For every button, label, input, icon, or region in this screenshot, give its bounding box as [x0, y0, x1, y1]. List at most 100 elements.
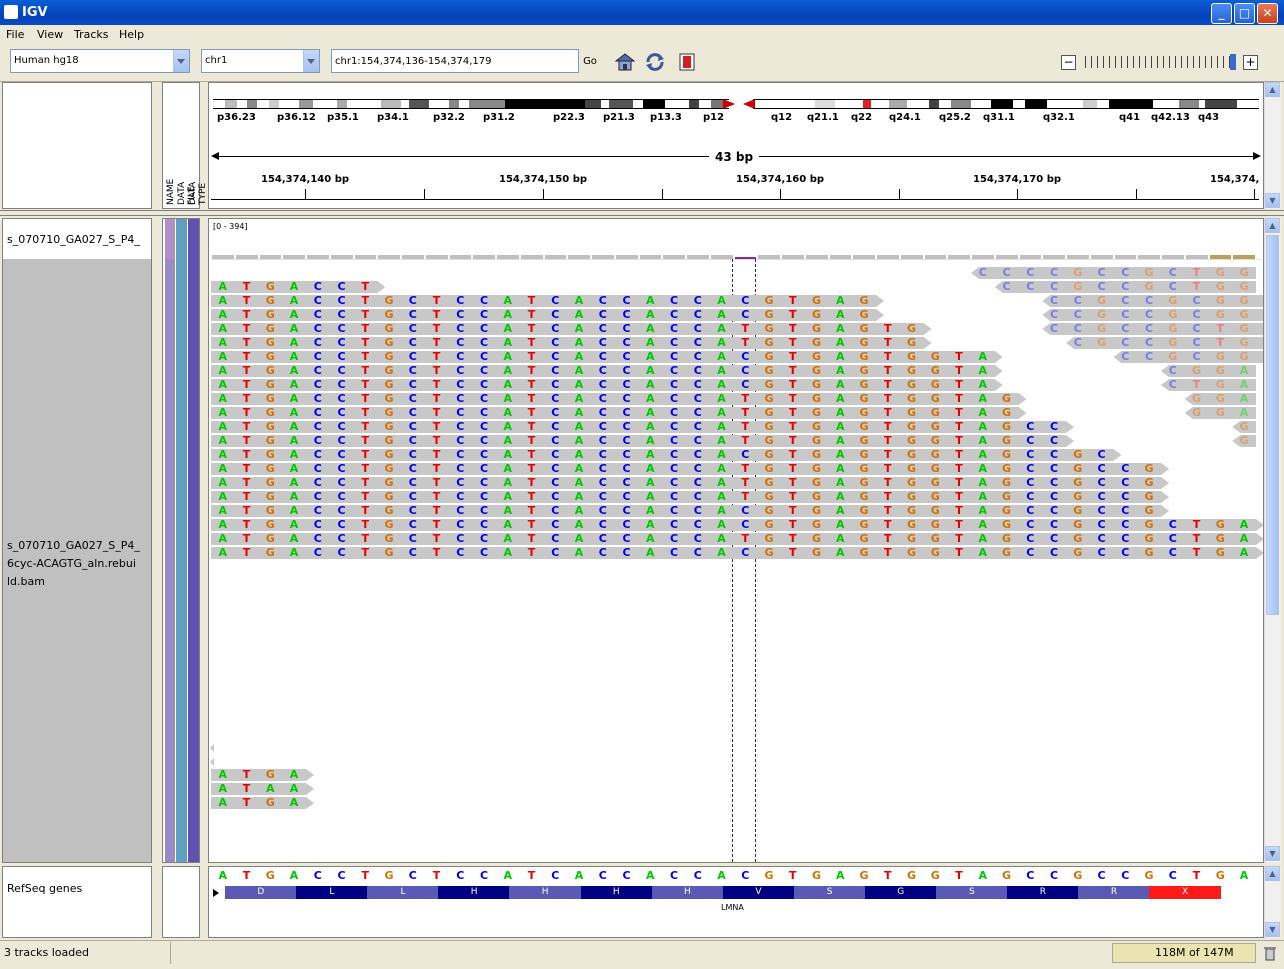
read-base: C — [480, 546, 489, 559]
read-base: C — [337, 420, 346, 433]
data-scrollbar[interactable]: ▲ ▼ — [1264, 218, 1281, 863]
aligned-read[interactable]: ATGACCT — [211, 280, 389, 293]
refseq-track-name[interactable]: RefSeq genes — [7, 882, 82, 895]
menu-tracks[interactable]: Tracks — [74, 28, 109, 41]
scroll-down-icon[interactable]: ▼ — [1265, 193, 1280, 208]
read-base: T — [955, 448, 963, 461]
read-base: C — [313, 546, 322, 559]
aligned-read[interactable]: GG A — [1184, 406, 1263, 419]
aligned-read[interactable]: CCGCGGA — [1113, 350, 1263, 363]
aligned-read[interactable]: CGCCGCTGG — [1066, 336, 1263, 349]
feature-data-panel[interactable]: ATGACCTGCTCCATCACCACCACGTGAGTGGTAGCCGCCG… — [208, 866, 1264, 938]
scroll-up-icon[interactable]: ▲ — [1265, 866, 1280, 881]
coverage-track-name[interactable]: s_070710_GA027_S_P4_ — [7, 233, 151, 246]
aligned-read[interactable]: ATGACCTGCTCCATCACCACCATGTGAGTGGTAGCCGCCG — [211, 476, 1173, 489]
read-base: C — [1050, 420, 1059, 433]
scrollbar-thumb[interactable] — [1266, 235, 1279, 615]
chromosome-ideogram[interactable]: p36.23 p36.12 p35.1 p34.1 p32.2 p31.2 p22.3 p21… — [213, 99, 1259, 129]
minimize-button[interactable]: _ — [1211, 3, 1232, 24]
scroll-up-icon[interactable]: ▲ — [1265, 218, 1280, 233]
amino-acid: X — [1149, 886, 1221, 899]
reference-base: C — [598, 869, 607, 882]
go-button[interactable]: Go — [580, 49, 600, 73]
aligned-read[interactable]: ATGACCTGCTCCATCACCACCACGTGAGTGGTAGCCGC — [211, 448, 1126, 461]
zoom-out-button[interactable]: − — [1061, 55, 1076, 70]
zoom-slider-thumb[interactable] — [1230, 54, 1236, 70]
data-panel[interactable]: [0 - 394] CCCCGCCGCTGGCCCGCCGCTGGATGACCT… — [208, 218, 1264, 863]
read-base: C — [551, 448, 560, 461]
home-icon[interactable] — [614, 51, 636, 73]
aligned-read[interactable]: ATGACCTGCTCCATCACCACCACGTGAGTGGTA — [211, 378, 1007, 391]
position-ruler[interactable]: 154,374,140 bp 154,374,150 bp 154,374,160 … — [209, 171, 1261, 207]
alignment-track[interactable]: CCCCGCCGCTGGCCCGCCGCTGGATGACCTCCGCCGCGGG… — [211, 266, 1264, 567]
aligned-read[interactable]: ATGACCTGCTCCATCACCACCACGTGAG — [211, 308, 888, 321]
aligned-read[interactable]: ATGACCTGCTCCATCACCACCACGTGAGTGGTAGCCGCCG… — [211, 546, 1264, 559]
aligned-read[interactable]: CCGCCGCTGG — [1042, 322, 1263, 335]
attribute-datatype-header[interactable]: DATA TYPE — [188, 182, 208, 205]
read-base: C — [741, 364, 750, 377]
panel-divider[interactable] — [0, 210, 1284, 216]
feature-scrollbar[interactable]: ▲ ▼ — [1264, 866, 1281, 938]
genome-dropdown[interactable]: Human hg18 — [10, 49, 190, 73]
attribute-cell-name[interactable] — [165, 219, 175, 259]
aligned-read[interactable]: ATGACCTGCTCCATCACCACCACGTGAGTGGTAGCCGCCG — [211, 504, 1173, 517]
alignment-track-name[interactable]: s_070710_GA027_S_P4_ 6cyc-ACAGTG_aln.reb… — [7, 537, 140, 591]
gene-feature[interactable]: DLLHHHHVSGSRRX — [225, 886, 1261, 900]
aligned-read[interactable]: C GG A — [1161, 364, 1263, 377]
reference-sequence-track[interactable]: ATGACCTGCTCCATCACCACCACGTGAGTGGTAGCCGCCG… — [211, 869, 1263, 884]
read-base: A — [717, 490, 726, 503]
read-base: A — [717, 392, 726, 405]
aligned-read[interactable]: ATGACCTGCTCCATCACCACCATGTGAGTGGTAGCCGCCG — [211, 490, 1173, 503]
aligned-read[interactable]: ATGA — [211, 796, 318, 809]
aligned-read[interactable]: ATGACCTGCTCCATCACCACCATGTGAGTGGTAG — [211, 406, 1031, 419]
attribute-name-header[interactable]: NAME — [166, 179, 176, 205]
region-icon[interactable] — [676, 51, 698, 73]
locus-input[interactable] — [331, 49, 579, 73]
header-scrollbar[interactable]: ▲ ▼ — [1264, 82, 1281, 209]
aligned-read[interactable]: CTGA — [1161, 378, 1263, 391]
menu-help[interactable]: Help — [119, 28, 144, 41]
aligned-read[interactable]: G — [1232, 420, 1263, 433]
aligned-read[interactable]: ATGACCTGCTCCATCACCACCATGTGAGTGGTAGCCGCCG… — [211, 532, 1264, 545]
menu-view[interactable]: View — [37, 28, 63, 41]
aligned-read[interactable]: G — [1232, 434, 1263, 447]
attribute-cell-datatype[interactable] — [188, 219, 199, 862]
lower-reads[interactable]: ATGAATAAATGA — [211, 768, 411, 814]
scroll-down-icon[interactable]: ▼ — [1265, 846, 1280, 861]
chromosome-dropdown[interactable]: chr1 — [201, 49, 320, 73]
read-base: T — [527, 406, 536, 419]
scroll-up-icon[interactable]: ▲ — [1265, 82, 1280, 97]
aligned-read[interactable]: ATAA — [211, 782, 318, 795]
read-base: G — [812, 336, 822, 349]
trash-icon[interactable] — [1263, 945, 1277, 961]
aligned-read[interactable]: ATGACCTGCTCCATCACCACCATGTGAGTGGTAGCC — [211, 420, 1078, 433]
aligned-read[interactable]: ATGACCTGCTCCATCACCACCATGTGAGTGGTAG — [211, 392, 1031, 405]
read-base: A — [289, 378, 299, 391]
aligned-read[interactable]: ATGACCTGCTCCATCACCACCACGTGAG — [211, 294, 888, 307]
aligned-read[interactable]: ATGA — [211, 768, 318, 781]
aligned-read[interactable]: GG A — [1184, 392, 1263, 405]
zoom-slider[interactable] — [1085, 56, 1230, 68]
aligned-read[interactable]: ATGACCTGCTCCATCACCACCATGTGAGTG — [211, 336, 936, 349]
read-base: T — [361, 364, 370, 377]
aligned-read[interactable]: ATGACCTGCTCCATCACCACCATGTGAGTGGTAGCCGCCG — [211, 462, 1173, 475]
scroll-down-icon[interactable]: ▼ — [1265, 922, 1280, 937]
aligned-read[interactable]: CCCCGCCGCTGG — [971, 266, 1263, 279]
attribute-cell-name[interactable] — [165, 259, 175, 862]
aligned-read[interactable]: CCCGCCGCTGG — [994, 280, 1263, 293]
aligned-read[interactable]: ATGACCTGCTCCATCACCACCACGTGAGTGGTAGCCGCCG… — [211, 518, 1264, 531]
zoom-in-button[interactable]: + — [1243, 55, 1258, 70]
close-button[interactable]: ✕ — [1257, 3, 1278, 24]
aligned-read[interactable]: ATGACCTGCTCCATCACCACCACGTGAGTGGTA — [211, 350, 1007, 363]
amino-acid: S — [936, 886, 1008, 899]
aligned-read[interactable]: ATGACCTGCTCCATCACCACCACGTGAGTGGTA — [211, 364, 1007, 377]
menu-file[interactable]: File — [6, 28, 24, 41]
maximize-button[interactable]: □ — [1234, 3, 1255, 24]
refresh-icon[interactable] — [644, 51, 666, 73]
aligned-read[interactable]: ATGACCTGCTCCATCACCACCATGTGAGTGGTAGCC — [211, 434, 1078, 447]
attribute-cell-datafile[interactable] — [176, 219, 187, 862]
aligned-read[interactable]: CCGCCGCGGG — [1042, 308, 1263, 321]
aligned-read[interactable]: ATGACCTGCTCCATCACCACCATGTGAGTG — [211, 322, 936, 335]
amino-acid: S — [793, 886, 866, 899]
aligned-read[interactable]: CCGCCGCGGG — [1042, 294, 1263, 307]
